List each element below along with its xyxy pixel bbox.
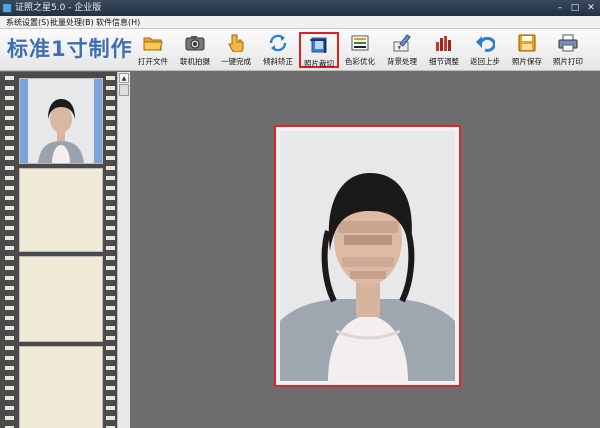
- camera-icon: [185, 36, 205, 51]
- photo-canvas: [130, 72, 600, 428]
- menu-software-info[interactable]: 软件信息(H): [96, 16, 140, 29]
- paint-brush-icon: [393, 34, 411, 52]
- app-icon: [2, 3, 12, 13]
- scroll-thumb[interactable]: [119, 84, 129, 96]
- open-file-button[interactable]: 打开文件: [133, 32, 173, 68]
- bar-adjust-icon: [436, 36, 451, 51]
- rotate-arrows-icon: [269, 34, 287, 52]
- undo-step-label: 返回上步: [470, 57, 500, 66]
- photo-crop-button[interactable]: 照片裁切: [299, 32, 339, 68]
- menu-bar: 系统设置(S) 批量处理(B) 软件信息(H): [0, 16, 600, 29]
- thumbnail-frame-empty[interactable]: [19, 256, 103, 342]
- scroll-up-arrow-icon[interactable]: ▲: [119, 73, 129, 83]
- title-bar: 证照之星5.0 - 企业版 – □ ✕: [0, 0, 600, 16]
- photo-print-label: 照片打印: [553, 57, 583, 66]
- one-click-complete-label: 一键完成: [221, 57, 251, 66]
- tilt-correct-button[interactable]: 倾斜矫正: [258, 32, 298, 68]
- floppy-save-icon: [518, 34, 536, 52]
- filmstrip-scrollbar[interactable]: ▲: [117, 72, 130, 428]
- toolbar: 标准1寸制作 打开文件 联机拍摄 一键完成 倾斜矫正 照片裁切 色彩优化 背景处…: [0, 29, 600, 71]
- thumbnail-frame-empty[interactable]: [19, 346, 103, 428]
- detail-adjust-label: 细节调整: [429, 57, 459, 66]
- color-optimize-label: 色彩优化: [345, 57, 375, 66]
- menu-batch-process[interactable]: 批量处理(B): [50, 16, 94, 29]
- printer-icon: [558, 34, 578, 52]
- thumbnail-frame-empty[interactable]: [19, 168, 103, 252]
- camera-capture-label: 联机拍摄: [180, 57, 210, 66]
- window-title: 证照之星5.0 - 企业版: [15, 3, 102, 13]
- photo-crop-label: 照片裁切: [304, 59, 334, 68]
- portrait-photo: [280, 131, 455, 381]
- camera-capture-button[interactable]: 联机拍摄: [175, 32, 215, 68]
- background-process-button[interactable]: 背景处理: [382, 32, 422, 68]
- background-process-label: 背景处理: [387, 57, 417, 66]
- hand-pointer-icon: [228, 34, 244, 52]
- color-optimize-button[interactable]: 色彩优化: [340, 32, 380, 68]
- close-button[interactable]: ✕: [584, 2, 598, 14]
- maximize-button[interactable]: □: [568, 2, 582, 14]
- thumbnail-photo: [28, 79, 94, 163]
- photo-print-button[interactable]: 照片打印: [548, 32, 588, 68]
- undo-arrow-icon: [476, 36, 495, 52]
- thumbnail-filmstrip: [0, 72, 117, 428]
- tilt-correct-label: 倾斜矫正: [263, 57, 293, 66]
- film-perforation-left: [5, 72, 14, 428]
- folder-open-icon: [143, 37, 163, 51]
- photo-save-button[interactable]: 照片保存: [507, 32, 547, 68]
- one-click-complete-button[interactable]: 一键完成: [216, 32, 256, 68]
- open-file-label: 打开文件: [138, 57, 168, 66]
- crop-selection-box[interactable]: [274, 125, 461, 387]
- minimize-button[interactable]: –: [553, 2, 567, 14]
- menu-system-settings[interactable]: 系统设置(S): [6, 16, 49, 29]
- detail-adjust-button[interactable]: 细节调整: [424, 32, 464, 68]
- photo-save-label: 照片保存: [512, 57, 542, 66]
- film-perforation-right: [106, 72, 115, 428]
- undo-step-button[interactable]: 返回上步: [465, 32, 505, 68]
- thumbnail-frame-selected[interactable]: [19, 78, 103, 164]
- mode-title: 标准1寸制作: [7, 37, 133, 61]
- color-palette-icon: [351, 35, 369, 51]
- crop-icon: [310, 37, 327, 53]
